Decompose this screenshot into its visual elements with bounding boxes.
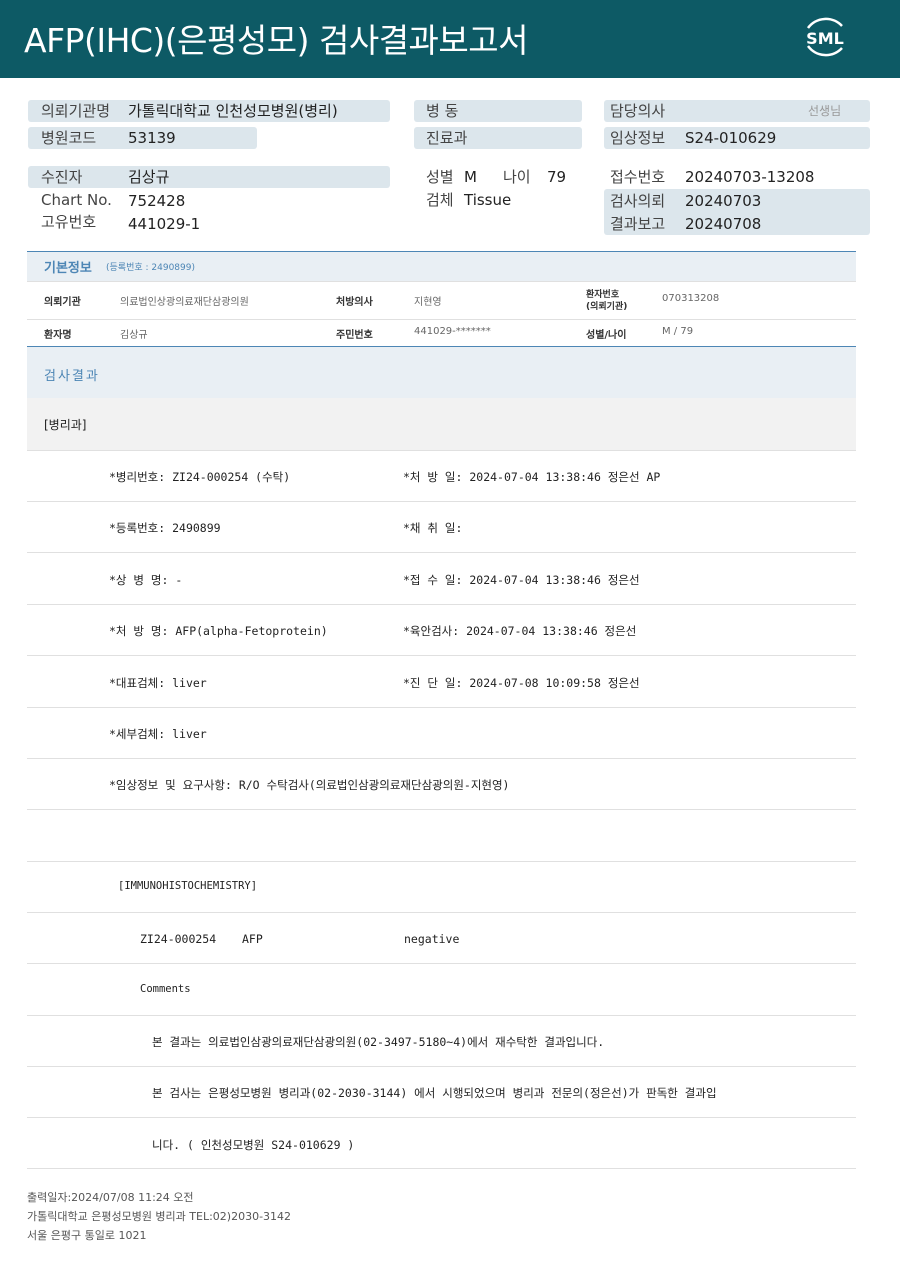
patient-label: 수진자 [41, 168, 83, 186]
row-line [27, 552, 856, 553]
request-label: 검사의뢰 [610, 192, 666, 210]
department-label: [병리과] [44, 418, 87, 432]
result-left-0: *병리번호: ZI24-000254 (수탁) [109, 470, 291, 484]
ihc-id: ZI24-000254 [140, 932, 217, 946]
result-right-4: *진 단 일: 2024-07-08 10:09:58 정은선 [403, 676, 640, 690]
ward-label: 병 동 [426, 102, 459, 120]
sexage-label: 성별/나이 [586, 330, 627, 341]
result-right-1: *채 취 일: [403, 521, 463, 535]
sex-label: 성별 [426, 168, 454, 186]
row-line [27, 861, 856, 862]
comment-3: 니다. ( 인천성모병원 S24-010629 ) [152, 1138, 355, 1152]
hospital-label: 의뢰기관명 [41, 102, 111, 120]
code-value: 53139 [128, 129, 176, 147]
result-left-1: *등록번호: 2490899 [109, 521, 221, 535]
row-line [27, 501, 856, 502]
dept-label: 진료과 [426, 129, 468, 147]
row-line [27, 758, 856, 759]
row-line [27, 912, 856, 913]
ihc-marker: AFP [242, 932, 263, 946]
row-line [27, 809, 856, 810]
report-title: AFP(IHC)(은평성모) 검사결과보고서 [24, 21, 529, 60]
name-value: 김상규 [120, 330, 148, 341]
clinical-label: 임상정보 [610, 129, 666, 147]
row-line [27, 963, 856, 964]
pno-label-2: (의뢰기관) [586, 302, 628, 312]
specimen-value: Tissue [464, 191, 512, 209]
ihc-result: negative [404, 932, 460, 946]
sex-value: M [464, 168, 477, 186]
footer-address: 서울 은평구 통일로 1021 [27, 1229, 147, 1242]
chart-value: 752428 [128, 192, 186, 210]
result-right-2: *접 수 일: 2024-07-04 13:38:46 정은선 [403, 573, 640, 587]
result-right-3: *육안검사: 2024-07-04 13:38:46 정은선 [403, 624, 637, 638]
uid-value: 441029-1 [128, 215, 201, 233]
report-label: 결과보고 [610, 215, 666, 233]
rrn-value: 441029-******* [414, 326, 491, 337]
presc-value: 지현영 [414, 297, 442, 308]
row-line [27, 1066, 856, 1067]
row-line [27, 450, 856, 451]
result-left-4: *대표검체: liver [109, 676, 207, 690]
results-bar [27, 347, 856, 398]
pno-value: 070313208 [662, 293, 720, 304]
rrn-label: 주민번호 [336, 330, 373, 341]
ihc-header: [IMMUNOHISTOCHEMISTRY] [118, 880, 258, 892]
presc-label: 처방의사 [336, 297, 373, 308]
doctor-label: 담당의사 [610, 102, 666, 120]
specimen-label: 검체 [426, 191, 454, 209]
results-title: 검사결과 [44, 369, 100, 384]
report-value: 20240708 [685, 215, 762, 233]
result-left-5: *세부검체: liver [109, 727, 207, 741]
receipt-label: 접수번호 [610, 168, 666, 186]
clinical-request: *임상정보 및 요구사항: R/O 수탁검사(의료법인삼광의료재단삼광의원-지현… [109, 778, 510, 792]
row-line [27, 1168, 856, 1169]
result-left-3: *처 방 명: AFP(alpha-Fetoprotein) [109, 624, 328, 638]
patient-value: 김상규 [128, 168, 170, 186]
request-value: 20240703 [685, 192, 762, 210]
basic-line-1 [27, 281, 856, 282]
basic-line-2 [27, 319, 856, 320]
row-line [27, 1015, 856, 1016]
sexage-value: M / 79 [662, 326, 694, 337]
footer-dept: 가톨릭대학교 은평성모병원 병리과 TEL:02)2030-3142 [27, 1210, 292, 1223]
result-left-2: *상 병 명: - [109, 573, 183, 587]
sml-logo: SML [800, 12, 850, 62]
comment-1: 본 결과는 의료법인삼광의료재단삼광의원(02-3497-5180~4)에서 재… [152, 1035, 605, 1049]
code-label: 병원코드 [41, 129, 97, 147]
age-label: 나이 [503, 168, 531, 186]
receipt-value: 20240703-13208 [685, 168, 815, 186]
hospital-value: 가톨릭대학교 인천성모병원(병리) [128, 102, 338, 120]
result-right-0: *처 방 일: 2024-07-04 13:38:46 정은선 AP [403, 470, 661, 484]
inst-value: 의료법인상광의료재단삼광의원 [120, 297, 249, 308]
comment-2: 본 검사는 은평성모병원 병리과(02-2030-3144) 에서 시행되었으며… [152, 1086, 717, 1100]
chart-label: Chart No. [41, 191, 112, 209]
row-line [27, 707, 856, 708]
basic-info-title: 기본정보 [44, 261, 92, 276]
clinical-value: S24-010629 [685, 129, 777, 147]
department-bar [27, 398, 856, 450]
row-line [27, 604, 856, 605]
row-line [27, 655, 856, 656]
name-label: 환자명 [44, 330, 72, 341]
row-line [27, 1117, 856, 1118]
comments-label: Comments [140, 983, 191, 995]
inst-label: 의뢰기관 [44, 297, 81, 308]
doctor-suffix: 선생님 [808, 104, 842, 118]
basic-info-subtitle: (등록번호 : 2490899) [106, 263, 195, 273]
footer-printed: 출력일자:2024/07/08 11:24 오전 [27, 1191, 194, 1204]
sml-logo-text: SML [806, 29, 844, 48]
age-value: 79 [547, 168, 567, 186]
uid-label: 고유번호 [41, 213, 97, 231]
